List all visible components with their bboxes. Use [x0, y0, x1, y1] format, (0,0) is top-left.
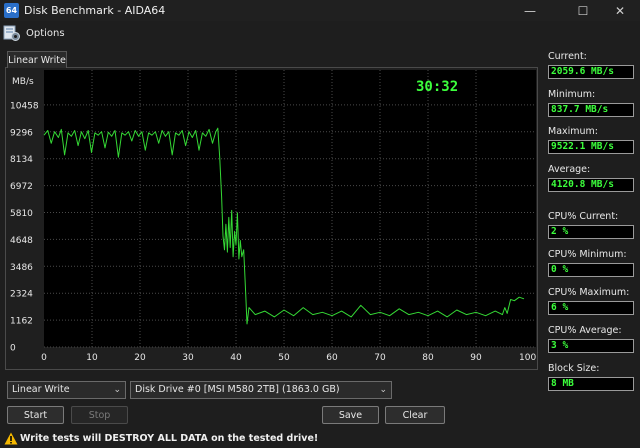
- y-tick-label: 4648: [10, 236, 33, 246]
- y-tick-label: 10458: [10, 101, 39, 111]
- y-tick-label: 9296: [10, 128, 33, 138]
- y-tick-label: 6972: [10, 182, 33, 192]
- stat-value: 3 %: [548, 339, 634, 353]
- x-tick-label: 40: [230, 353, 242, 363]
- x-tick-label: 10: [86, 353, 98, 363]
- stat-label: Average:: [548, 164, 591, 175]
- options-menu[interactable]: Options: [26, 28, 65, 39]
- drive-select[interactable]: Disk Drive #0 [MSI M580 2TB] (1863.0 GB)…: [130, 381, 392, 399]
- stat-label: Current:: [548, 51, 587, 62]
- stat-value: 6 %: [548, 301, 634, 315]
- stop-button[interactable]: Stop: [71, 406, 128, 424]
- x-tick-label: 20: [134, 353, 146, 363]
- drive-value: Disk Drive #0 [MSI M580 2TB] (1863.0 GB): [135, 384, 340, 395]
- stat-value: 8 MB: [548, 377, 634, 391]
- test-type-select[interactable]: Linear Write ⌄: [7, 381, 126, 399]
- save-button[interactable]: Save: [322, 406, 379, 424]
- warning-triangle-icon: [4, 432, 18, 445]
- stat-value: 9522.1 MB/s: [548, 140, 634, 154]
- y-axis-label: MB/s: [12, 77, 34, 87]
- aida64-app-icon: 64: [4, 3, 19, 18]
- stat-label: CPU% Current:: [548, 211, 619, 222]
- x-tick-label: 30: [182, 353, 194, 363]
- elapsed-timer: 30:32: [416, 79, 458, 95]
- stat-value: 4120.8 MB/s: [548, 178, 634, 192]
- options-gear-icon[interactable]: [3, 24, 21, 42]
- stat-value: 0 %: [548, 263, 634, 277]
- y-tick-label: 2324: [10, 290, 33, 300]
- stat-label: Block Size:: [548, 363, 600, 374]
- stat-value: 2059.6 MB/s: [548, 65, 634, 79]
- benchmark-chart: MB/s 10458 9296 8134 6972 5810 4648 3486 2324 11…: [8, 70, 536, 368]
- y-tick-label: 5810: [10, 209, 33, 219]
- stat-label: CPU% Average:: [548, 325, 622, 336]
- start-button[interactable]: Start: [7, 406, 64, 424]
- x-tick-label: 100 %: [519, 353, 536, 363]
- x-tick-label: 80: [422, 353, 434, 363]
- stat-label: CPU% Maximum:: [548, 287, 630, 298]
- chevron-down-icon: ⌄: [113, 385, 121, 395]
- stat-label: Minimum:: [548, 89, 596, 100]
- chevron-down-icon: ⌄: [379, 385, 387, 395]
- x-tick-label: 60: [326, 353, 338, 363]
- test-type-value: Linear Write: [12, 384, 70, 395]
- window-title: Disk Benchmark - AIDA64: [24, 4, 166, 17]
- destroy-data-warning: Write tests will DESTROY ALL DATA on the…: [20, 433, 319, 444]
- y-tick-label: 3486: [10, 263, 33, 273]
- close-button[interactable]: ✕: [600, 0, 640, 21]
- x-tick-label: 0: [41, 353, 47, 363]
- y-tick-label: 8134: [10, 155, 33, 165]
- clear-button[interactable]: Clear: [385, 406, 445, 424]
- stat-value: 837.7 MB/s: [548, 103, 634, 117]
- x-tick-label: 50: [278, 353, 290, 363]
- maximize-button[interactable]: ☐: [563, 0, 603, 21]
- stat-label: CPU% Minimum:: [548, 249, 627, 260]
- tab-linear-write[interactable]: Linear Write: [7, 51, 67, 68]
- y-tick-label: 1162: [10, 317, 33, 327]
- plot-area: [44, 70, 536, 347]
- x-tick-label: 70: [374, 353, 386, 363]
- y-tick-label: 0: [10, 344, 16, 354]
- stat-value: 2 %: [548, 225, 634, 239]
- stat-label: Maximum:: [548, 126, 599, 137]
- x-tick-label: 90: [470, 353, 482, 363]
- minimize-button[interactable]: —: [510, 0, 550, 21]
- title-bar: 64 Disk Benchmark - AIDA64 — ☐ ✕: [0, 0, 640, 21]
